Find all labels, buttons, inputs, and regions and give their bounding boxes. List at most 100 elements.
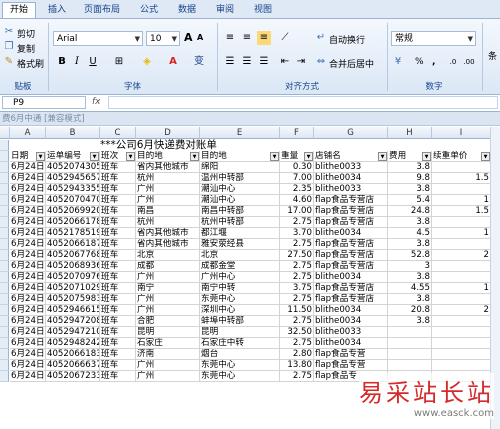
merge-center-button[interactable]: 合并后居中 [329, 57, 374, 70]
table-cell[interactable]: 潮汕中心 [200, 195, 280, 206]
table-cell[interactable]: 3.8 [388, 272, 432, 283]
font-size-increase-button[interactable]: A [184, 31, 193, 44]
table-cell[interactable]: 0.30 [280, 162, 314, 173]
format-painter-button[interactable]: 格式刷 [17, 57, 44, 70]
tab-insert[interactable]: 插入 [42, 3, 72, 18]
align-middle-icon[interactable]: ≡ [240, 31, 254, 45]
tab-view[interactable]: 视图 [248, 3, 278, 18]
row-header[interactable] [0, 261, 9, 272]
table-cell[interactable]: 省内其他城市 [136, 239, 200, 250]
increase-indent-icon[interactable]: ⇥ [294, 55, 308, 69]
row-header[interactable] [0, 239, 9, 250]
table-cell[interactable]: 石家庄 [136, 338, 200, 349]
cut-button[interactable]: 剪切 [17, 27, 35, 40]
filter-dropdown-icon[interactable]: ▼ [304, 152, 313, 161]
filter-dropdown-icon[interactable]: ▼ [422, 152, 431, 161]
table-cell[interactable]: 6月24日 [10, 371, 46, 382]
table-cell[interactable]: 4052069920 [46, 206, 100, 217]
table-cell[interactable]: 4052178519 [46, 228, 100, 239]
table-cell[interactable]: 6月24日 [10, 228, 46, 239]
align-right-icon[interactable]: ☰ [257, 55, 271, 69]
filter-dropdown-icon[interactable]: ▼ [126, 152, 135, 161]
table-cell[interactable]: 2.80 [280, 349, 314, 360]
row-header[interactable] [0, 151, 9, 162]
wrap-text-button[interactable]: 自动换行 [329, 33, 365, 46]
table-cell[interactable] [432, 217, 491, 228]
table-cell[interactable]: 17.00 [280, 206, 314, 217]
filter-dropdown-icon[interactable]: ▼ [36, 152, 45, 161]
currency-icon[interactable]: ¥ [391, 55, 405, 69]
table-cell[interactable]: 4052066187 [46, 239, 100, 250]
table-cell[interactable]: 4052070976 [46, 272, 100, 283]
row-header[interactable] [0, 140, 9, 151]
table-cell[interactable]: 4052946615 [46, 305, 100, 316]
tab-review[interactable]: 审阅 [210, 3, 240, 18]
table-cell[interactable]: 6月24日 [10, 195, 46, 206]
table-cell[interactable]: 6月24日 [10, 294, 46, 305]
table-cell[interactable] [388, 360, 432, 371]
table-cell[interactable]: 6月24日 [10, 327, 46, 338]
table-cell[interactable]: blithe0033 [314, 184, 388, 195]
table-cell[interactable]: blithe0034 [314, 316, 388, 327]
comma-button[interactable]: , [432, 57, 435, 67]
table-cell[interactable] [388, 327, 432, 338]
table-cell[interactable]: 班车 [100, 294, 136, 305]
row-header[interactable] [0, 283, 9, 294]
row-header[interactable] [0, 349, 9, 360]
table-cell[interactable]: 6月24日 [10, 184, 46, 195]
table-cell[interactable] [432, 349, 491, 360]
table-cell[interactable]: 2 [432, 250, 491, 261]
table-cell[interactable]: 昆明 [200, 327, 280, 338]
table-cell[interactable]: 2.35 [280, 184, 314, 195]
table-cell[interactable]: 4052943355 [46, 184, 100, 195]
table-cell[interactable]: 广州 [136, 272, 200, 283]
font-color-icon[interactable]: A [166, 55, 180, 69]
table-cell[interactable]: 蚌埠中转部 [200, 316, 280, 327]
table-cell[interactable]: 济南 [136, 349, 200, 360]
table-cell[interactable]: flap食品专营店 [314, 217, 388, 228]
table-cell[interactable]: 班车 [100, 250, 136, 261]
row-header[interactable] [0, 294, 9, 305]
table-cell[interactable]: 2.75 [280, 371, 314, 382]
border-icon[interactable]: ⊞ [112, 55, 126, 69]
column-header[interactable]: A [10, 127, 46, 139]
table-cell[interactable]: 班车 [100, 349, 136, 360]
table-cell[interactable]: 班车 [100, 261, 136, 272]
row-header[interactable] [0, 206, 9, 217]
column-header[interactable]: I [432, 127, 491, 139]
table-cell[interactable]: 绵阳 [200, 162, 280, 173]
table-cell[interactable]: 5.4 [388, 195, 432, 206]
table-cell[interactable]: 石家庄中转 [200, 338, 280, 349]
table-cell[interactable]: 4052948242 [46, 338, 100, 349]
table-cell[interactable]: 班车 [100, 371, 136, 382]
percent-button[interactable]: % [415, 57, 424, 67]
table-cell[interactable]: 班车 [100, 173, 136, 184]
table-cell[interactable]: 广州中心 [200, 272, 280, 283]
table-cell[interactable]: 1 [432, 283, 491, 294]
table-cell[interactable]: 班车 [100, 184, 136, 195]
table-cell[interactable] [432, 184, 491, 195]
table-cell[interactable]: 潮汕中心 [200, 184, 280, 195]
table-cell[interactable]: 3 [388, 261, 432, 272]
table-cell[interactable]: 南昌中转部 [200, 206, 280, 217]
table-cell[interactable]: 东莞中心 [200, 371, 280, 382]
table-cell[interactable]: 都江堰 [200, 228, 280, 239]
font-name-select[interactable]: Arial ▼ [53, 31, 143, 46]
table-cell[interactable]: 6月24日 [10, 316, 46, 327]
name-box[interactable]: P9 [2, 96, 86, 109]
table-cell[interactable]: 成都金堂 [200, 261, 280, 272]
table-cell[interactable]: 7.00 [280, 173, 314, 184]
increase-decimal-icon[interactable]: .0 [446, 55, 460, 69]
column-header[interactable]: B [46, 127, 100, 139]
table-cell[interactable]: 烟台 [200, 349, 280, 360]
table-cell[interactable]: 班车 [100, 228, 136, 239]
filter-dropdown-icon[interactable]: ▼ [481, 152, 490, 161]
table-cell[interactable] [432, 338, 491, 349]
table-cell[interactable]: 2.75 [280, 338, 314, 349]
table-cell[interactable]: 4.5 [388, 228, 432, 239]
filter-dropdown-icon[interactable]: ▼ [270, 152, 279, 161]
table-cell[interactable]: 2.75 [280, 239, 314, 250]
table-cell[interactable]: 4052071029 [46, 283, 100, 294]
table-cell[interactable]: flap食品专营 [314, 360, 388, 371]
italic-icon[interactable]: I [70, 55, 84, 69]
